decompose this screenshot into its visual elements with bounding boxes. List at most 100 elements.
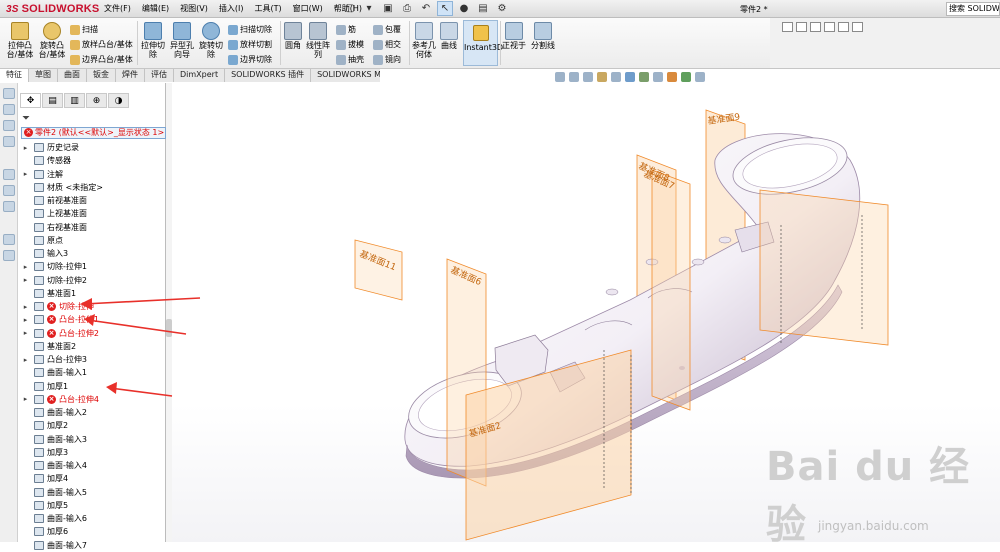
lofted-cut-button[interactable]: 放样切割	[228, 39, 272, 50]
tab-addins[interactable]: SOLIDWORKS 插件	[225, 69, 312, 82]
expand-arrow-icon[interactable]: ▸	[21, 329, 30, 337]
save-icon[interactable]: ▣	[380, 1, 396, 16]
reference-geometry-button[interactable]: 参考几何体	[411, 22, 437, 59]
intersect-button[interactable]: 相交	[373, 39, 401, 50]
rib-button[interactable]: 筋	[336, 24, 356, 35]
tree-item[interactable]: 加厚2	[18, 419, 166, 432]
expand-arrow-icon[interactable]: ▸	[21, 303, 30, 311]
tile-icon[interactable]	[838, 22, 849, 32]
tree-item[interactable]: ▸ 历史记录	[18, 141, 166, 154]
hole-wizard-button[interactable]: 异型孔向导	[168, 22, 196, 59]
tab-sheet-metal[interactable]: 钣金	[87, 69, 116, 82]
tree-item[interactable]: 传感器	[18, 154, 166, 167]
tree-item[interactable]: 曲面-输入3	[18, 433, 166, 446]
split-line-button[interactable]: 分割线	[529, 22, 557, 50]
expand-arrow-icon[interactable]: ▸	[21, 144, 30, 152]
open-icon[interactable]: ▾	[361, 1, 377, 16]
tree-item[interactable]: 基准面2	[18, 340, 166, 353]
draft-button[interactable]: 拔模	[336, 39, 364, 50]
swept-cut-button[interactable]: 扫描切除	[228, 24, 272, 35]
wrap-button[interactable]: 包覆	[373, 24, 401, 35]
dynamic-annotation-icon[interactable]	[611, 72, 621, 82]
hide-show-items-icon[interactable]	[653, 72, 663, 82]
tool-icon[interactable]	[3, 136, 15, 147]
tool-icon[interactable]	[3, 234, 15, 245]
filter-icon[interactable]: ⏷	[22, 113, 30, 124]
previous-view-icon[interactable]	[583, 72, 593, 82]
boundary-boss-button[interactable]: 边界凸台/基体	[70, 54, 133, 65]
display-manager-tab-icon[interactable]: ◑	[108, 93, 129, 108]
tree-item[interactable]: 加厚1	[18, 380, 166, 393]
tree-item[interactable]: ▸ 注解	[18, 168, 166, 181]
tree-item[interactable]: 曲面-输入1	[18, 366, 166, 379]
tree-item[interactable]: 基准面1	[18, 287, 166, 300]
curves-button[interactable]: 曲线	[439, 22, 459, 50]
feature-manager-tab-icon[interactable]: ✥	[20, 93, 41, 108]
tree-item[interactable]: 曲面-输入6	[18, 512, 166, 525]
tree-item[interactable]: 上视基准面	[18, 207, 166, 220]
view-settings-icon[interactable]	[695, 72, 705, 82]
tree-item[interactable]: ▸ × 凸台-拉伸4	[18, 393, 166, 406]
edit-appearance-icon[interactable]	[667, 72, 677, 82]
tab-sketch[interactable]: 草图	[29, 69, 58, 82]
tile-icon[interactable]	[782, 22, 793, 32]
tree-item[interactable]: 输入3	[18, 247, 166, 260]
tile-icon[interactable]	[796, 22, 807, 32]
tree-item[interactable]: 曲面-输入4	[18, 459, 166, 472]
tab-evaluate[interactable]: 评估	[145, 69, 174, 82]
menu-window[interactable]: 窗口(W)	[293, 3, 323, 14]
tab-dimxpert[interactable]: DimXpert	[174, 69, 226, 82]
zoom-to-fit-icon[interactable]	[555, 72, 565, 82]
expand-arrow-icon[interactable]: ▸	[21, 263, 30, 271]
tree-item[interactable]: 原点	[18, 234, 166, 247]
loft-boss-button[interactable]: 放样凸台/基体	[70, 39, 133, 50]
extrude-boss-button[interactable]: 拉伸凸台/基体	[3, 22, 37, 59]
shell-button[interactable]: 抽壳	[336, 54, 364, 65]
tree-item[interactable]: ▸ × 切除-拉伸	[18, 300, 166, 313]
tool-icon[interactable]	[3, 169, 15, 180]
tree-item[interactable]: ▸ × 凸台-拉伸2	[18, 327, 166, 340]
tree-item[interactable]: 曲面-输入5	[18, 486, 166, 499]
expand-arrow-icon[interactable]: ▸	[21, 170, 30, 178]
tree-item[interactable]: 加厚4	[18, 472, 166, 485]
tree-item[interactable]: 曲面-输入7	[18, 539, 166, 552]
expand-arrow-icon[interactable]: ▸	[21, 395, 30, 403]
tree-item[interactable]: ▸ 切除-拉伸1	[18, 260, 166, 273]
view-orientation-icon[interactable]	[625, 72, 635, 82]
expand-arrow-icon[interactable]: ▸	[21, 356, 30, 364]
search-input[interactable]: 搜索 SOLIDWORKS	[946, 2, 1000, 16]
revolve-boss-button[interactable]: 旋转凸台/基体	[37, 22, 67, 59]
property-manager-tab-icon[interactable]: ▤	[42, 93, 63, 108]
tree-item[interactable]: 加厚5	[18, 499, 166, 512]
zoom-area-icon[interactable]	[569, 72, 579, 82]
tab-features[interactable]: 特征	[0, 69, 29, 82]
new-document-icon[interactable]: ▢	[342, 1, 358, 16]
menu-insert[interactable]: 插入(I)	[219, 3, 244, 14]
tile-icon[interactable]	[810, 22, 821, 32]
fillet-button[interactable]: 圆角	[283, 22, 303, 50]
section-view-icon[interactable]	[597, 72, 607, 82]
menu-tools[interactable]: 工具(T)	[254, 3, 281, 14]
normal-to-button[interactable]: 正视于	[502, 22, 526, 50]
tab-surfaces[interactable]: 曲面	[58, 69, 87, 82]
extrude-cut-button[interactable]: 拉伸切除	[140, 22, 166, 59]
print-icon[interactable]: ⎙	[399, 1, 415, 16]
tile-icon[interactable]	[824, 22, 835, 32]
menu-edit[interactable]: 编辑(E)	[142, 3, 169, 14]
tool-icon[interactable]	[3, 250, 15, 261]
configuration-manager-tab-icon[interactable]: ▥	[64, 93, 85, 108]
dimxpert-manager-tab-icon[interactable]: ⊕	[86, 93, 107, 108]
menu-view[interactable]: 视图(V)	[180, 3, 208, 14]
apply-scene-icon[interactable]	[681, 72, 691, 82]
undo-icon[interactable]: ↶	[418, 1, 434, 16]
tool-icon[interactable]	[3, 104, 15, 115]
rebuild-icon[interactable]: ▤	[475, 1, 491, 16]
menu-file[interactable]: 文件(F)	[104, 3, 131, 14]
tree-item[interactable]: 加厚6	[18, 525, 166, 538]
tree-item[interactable]: 前视基准面	[18, 194, 166, 207]
tool-icon[interactable]	[3, 88, 15, 99]
tree-item[interactable]: 材质 <未指定>	[18, 181, 166, 194]
display-style-icon[interactable]	[639, 72, 649, 82]
options-gear-icon[interactable]: ⚙	[494, 1, 510, 16]
sweep-button[interactable]: 扫描	[70, 24, 98, 35]
